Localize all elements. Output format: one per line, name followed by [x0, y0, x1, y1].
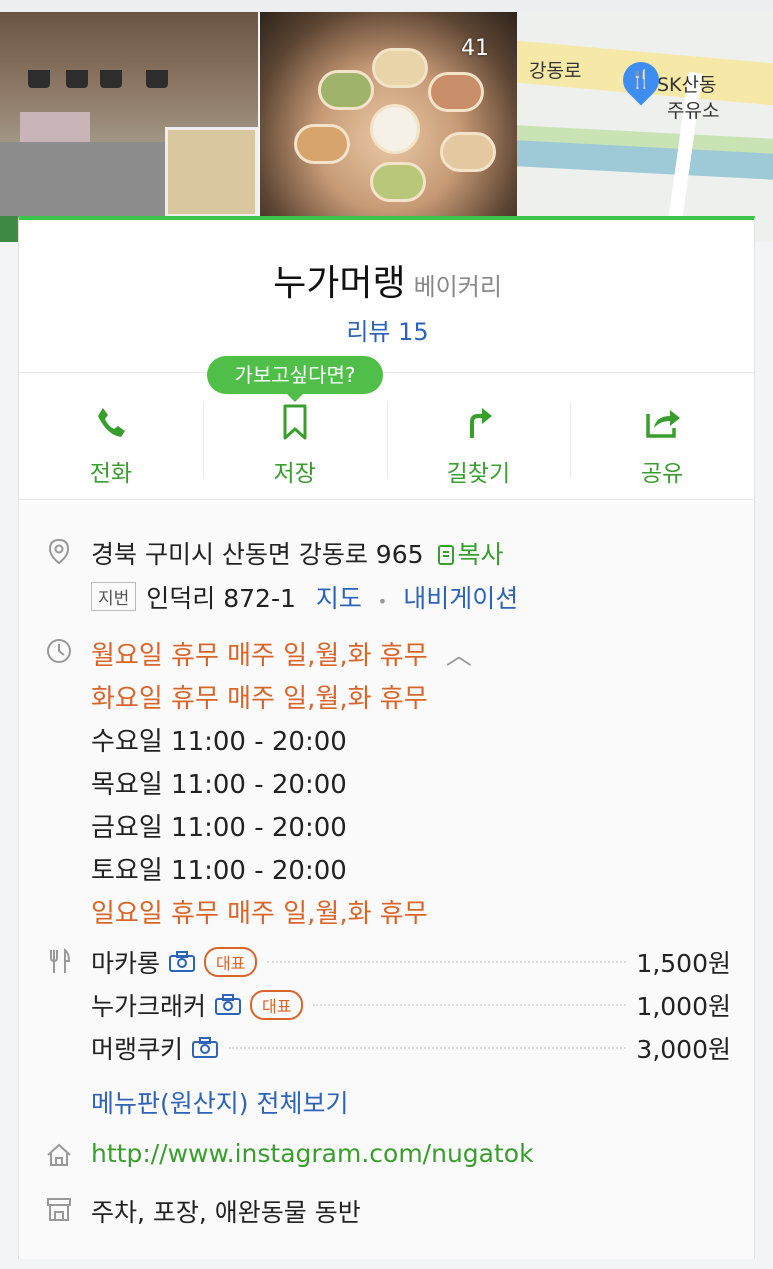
collapse-chevron-icon[interactable]: ︿ — [446, 641, 472, 671]
divider — [19, 499, 754, 500]
hours-text: 월요일 휴무 매주 일,월,화 휴무 — [91, 641, 428, 671]
place-category: 베이커리 — [413, 273, 502, 301]
map-link[interactable]: 지도 — [316, 584, 362, 613]
lamp-decoration — [146, 70, 168, 88]
place-title: 누가머랭 베이커리 — [19, 254, 756, 306]
menu-item[interactable]: 머랭쿠키 3,000원 — [91, 1028, 731, 1068]
camera-icon[interactable] — [214, 994, 242, 1016]
info-section: 경북 구미시 산동면 강동로 965 복사 지번 인덕리 872-1 지도 • 내… — [19, 503, 754, 1259]
hours-row: 토요일 11:00 - 20:00 — [91, 856, 347, 886]
call-label: 전화 — [89, 461, 133, 487]
menu-view-all-link[interactable]: 메뉴판(원산지) 전체보기 — [91, 1084, 348, 1120]
camera-icon[interactable] — [191, 1037, 219, 1059]
map-poi-label: 주유소 — [667, 100, 720, 122]
leader-dots — [267, 961, 627, 963]
place-name: 누가머랭 — [273, 263, 406, 304]
hours-row[interactable]: 월요일 휴무 매주 일,월,화 휴무 ︿ — [91, 635, 472, 672]
directions-button[interactable]: 길찾기 — [386, 398, 571, 498]
clock-icon — [47, 639, 71, 663]
address-lot-row: 지번 인덕리 872-1 지도 • 내비게이션 — [91, 579, 518, 615]
map-poi-label: SK산동 — [657, 74, 717, 96]
hours-row: 금요일 11:00 - 20:00 — [91, 813, 347, 843]
hours-row: 일요일 휴무 매주 일,월,화 휴무 — [91, 899, 428, 929]
save-label: 저장 — [273, 461, 316, 487]
share-icon — [646, 410, 681, 438]
road-address: 경북 구미시 산동면 강동로 965 — [91, 540, 424, 569]
copy-label: 복사 — [457, 540, 504, 569]
macaron-decoration — [294, 124, 350, 164]
camera-icon[interactable] — [168, 951, 196, 973]
macaron-decoration — [370, 162, 426, 202]
top-strip — [0, 0, 773, 12]
hours-row: 화요일 휴무 매주 일,월,화 휴무 — [91, 684, 428, 714]
macaron-decoration — [428, 72, 484, 112]
signature-badge: 대표 — [204, 947, 258, 977]
photo-count: 41 — [461, 36, 489, 61]
directions-icon — [470, 408, 493, 438]
display-case-decoration — [165, 127, 258, 217]
save-tooltip: 가보고싶다면? — [207, 356, 383, 402]
menu-item[interactable]: 누가크래커 대표 1,000원 — [91, 985, 731, 1025]
macaron-decoration — [372, 48, 428, 88]
share-label: 공유 — [640, 461, 684, 487]
store-icon — [47, 1198, 71, 1221]
save-button[interactable]: 저장 — [202, 398, 387, 498]
menu-item-price: 1,000원 — [636, 992, 731, 1021]
macaron-decoration — [370, 104, 420, 154]
call-button[interactable]: 전화 — [19, 398, 203, 498]
copy-icon — [438, 545, 455, 565]
map-pin-icon[interactable]: 🍴 — [615, 54, 667, 106]
directions-label: 길찾기 — [446, 461, 511, 487]
macaron-decoration — [318, 70, 374, 110]
hours-row: 수요일 11:00 - 20:00 — [91, 727, 347, 757]
phone-icon — [97, 408, 125, 437]
photo-macarons[interactable]: 41 — [260, 12, 517, 242]
home-icon — [47, 1143, 71, 1166]
lot-address: 인덕리 872-1 — [146, 584, 296, 613]
lot-tag: 지번 — [91, 582, 137, 611]
share-button[interactable]: 공유 — [570, 398, 754, 498]
lamp-decoration — [100, 70, 122, 88]
address-road-row: 경북 구미시 산동면 강동로 965 복사 — [91, 535, 503, 571]
counter-decoration — [0, 142, 170, 222]
place-card: 누가머랭 베이커리 리뷰 15 가보고싶다면? 전화 저장 길찾기 공유 경북 … — [18, 216, 755, 1259]
macaron-decoration — [440, 132, 496, 172]
menu-item[interactable]: 마카롱 대표 1,500원 — [91, 942, 731, 982]
copy-button[interactable]: 복사 — [437, 540, 503, 569]
divider — [19, 372, 754, 373]
signature-badge: 대표 — [250, 990, 304, 1020]
amenities-text: 주차, 포장, 애완동물 동반 — [91, 1198, 361, 1227]
leader-dots — [229, 1047, 627, 1049]
map-road-label: 강동로 — [529, 60, 582, 82]
fork-knife-icon — [50, 947, 71, 973]
lamp-decoration — [66, 70, 88, 88]
bookmark-icon — [283, 404, 307, 440]
photo-gallery[interactable]: 41 강동로 SK산동 주유소 🍴 — [0, 12, 773, 242]
hours-row: 목요일 11:00 - 20:00 — [91, 770, 347, 800]
menu-item-price: 3,000원 — [636, 1035, 731, 1064]
photo-interior[interactable] — [0, 12, 258, 242]
menu-item-name: 머랭쿠키 — [91, 1035, 184, 1064]
website-link[interactable]: http://www.instagram.com/nugatok — [91, 1139, 534, 1168]
action-bar: 전화 저장 길찾기 공유 — [19, 398, 754, 498]
lamp-decoration — [28, 70, 50, 88]
menu-item-name: 누가크래커 — [91, 992, 207, 1021]
navigation-link[interactable]: 내비게이션 — [403, 584, 518, 613]
separator-dot: • — [377, 592, 388, 611]
menu-item-price: 1,500원 — [636, 949, 731, 978]
menu-item-name: 마카롱 — [91, 949, 161, 978]
leader-dots — [313, 1004, 627, 1006]
review-link[interactable]: 리뷰 15 — [19, 312, 756, 347]
location-pin-icon — [48, 538, 70, 565]
map-thumbnail[interactable]: 강동로 SK산동 주유소 🍴 — [517, 12, 773, 242]
